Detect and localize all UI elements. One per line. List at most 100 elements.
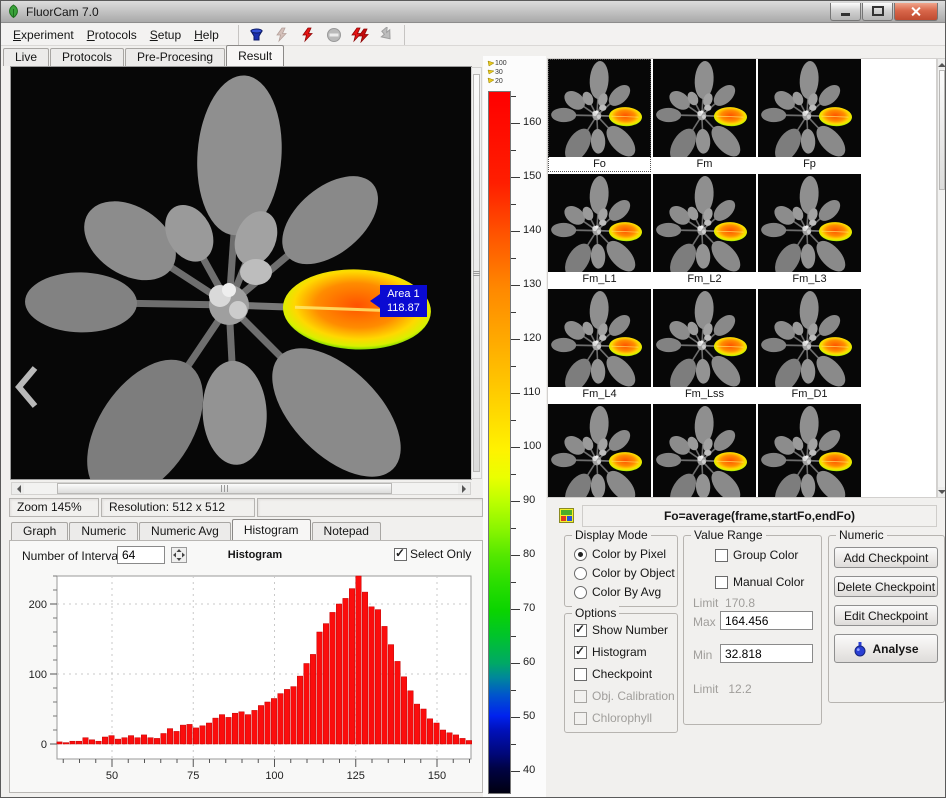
histogram-bar	[323, 624, 328, 744]
menu-setup[interactable]: Setup	[148, 26, 190, 44]
menu-help[interactable]: Help	[192, 26, 228, 44]
thumbnail-fm-l3[interactable]: Fm_L3	[758, 174, 861, 287]
titlebar[interactable]: FluorCam 7.0	[1, 1, 945, 23]
checkbox-icon[interactable]	[715, 549, 728, 562]
radio-icon[interactable]	[574, 548, 587, 561]
colorbar-tick	[511, 636, 516, 637]
scroll-grip-icon	[473, 270, 480, 277]
record-icon[interactable]	[247, 26, 266, 43]
checkbox-icon[interactable]	[574, 624, 587, 637]
radio-icon[interactable]	[574, 586, 587, 599]
radio-icon[interactable]	[574, 567, 587, 580]
checkbox-group-color[interactable]: Group Color	[715, 548, 798, 562]
image-vscroll-thumb[interactable]	[473, 74, 480, 472]
histogram-bar	[122, 738, 127, 744]
radio-color-by-pixel[interactable]: Color by Pixel	[574, 547, 666, 561]
checkbox-icon[interactable]	[574, 646, 587, 659]
colorbar-tick	[511, 501, 520, 502]
thumbnail-fm-l4[interactable]: Fm_L4	[548, 289, 651, 402]
checkbox-chlorophyll: Chlorophyll	[574, 711, 652, 725]
tab-pre-procesing[interactable]: Pre-Procesing	[125, 48, 225, 66]
status-bar: Zoom 145% Resolution: 512 x 512	[9, 498, 483, 517]
min-input[interactable]	[720, 644, 813, 663]
colorbar-tick	[511, 96, 516, 97]
image-hscroll-thumb[interactable]	[57, 483, 392, 494]
frame-formula-icon[interactable]	[559, 508, 574, 523]
window-title: FluorCam 7.0	[26, 5, 99, 19]
thumbnail-partial[interactable]	[653, 404, 756, 498]
histogram-bar	[154, 738, 159, 744]
tab-result[interactable]: Result	[226, 45, 284, 66]
thumbnails-scroll-thumb[interactable]	[939, 70, 945, 190]
tab-graph[interactable]: Graph	[11, 522, 68, 540]
checkbox-checkpoint[interactable]: Checkpoint	[574, 667, 652, 681]
checkbox-icon[interactable]	[574, 668, 587, 681]
scroll-left-button[interactable]	[12, 483, 24, 494]
thumbnail-fm-l1[interactable]: Fm_L1	[548, 174, 651, 287]
colorbar-scale-icon[interactable]: 1003020	[486, 57, 512, 85]
thumbnails-scrollbar[interactable]	[937, 58, 946, 498]
snapshot-icon[interactable]	[273, 26, 292, 43]
maximize-button[interactable]	[862, 3, 893, 21]
close-button[interactable]	[894, 3, 938, 21]
analyse-label: Analyse	[872, 642, 918, 656]
thumbnail-partial[interactable]	[548, 404, 651, 498]
flash-icon[interactable]	[299, 26, 318, 43]
max-input[interactable]	[720, 611, 813, 630]
menu-experiment[interactable]: Experiment	[11, 26, 83, 44]
histogram-title: Histogram	[190, 549, 320, 561]
scroll-up-button[interactable]	[938, 59, 946, 69]
thumbnail-label: Fm_L1	[548, 272, 651, 287]
intervals-input[interactable]	[117, 546, 165, 564]
edit-checkpoint-button[interactable]: Edit Checkpoint	[834, 605, 938, 626]
scroll-down-button[interactable]	[938, 487, 946, 497]
delete-checkpoint-button[interactable]: Delete Checkpoint	[834, 576, 938, 597]
previous-image-chevron-icon[interactable]	[13, 365, 41, 409]
analyse-button[interactable]: Analyse	[834, 634, 938, 663]
tab-notepad[interactable]: Notepad	[312, 522, 381, 540]
checkbox-histogram[interactable]: Histogram	[574, 645, 647, 659]
add-checkpoint-button[interactable]: Add Checkpoint	[834, 547, 938, 568]
tab-protocols[interactable]: Protocols	[50, 48, 124, 66]
histogram-bar	[310, 654, 315, 744]
export-icon[interactable]	[377, 26, 396, 43]
scroll-right-button[interactable]	[458, 483, 470, 494]
thumbnail-fm-lss[interactable]: Fm_Lss	[653, 289, 756, 402]
minimize-button[interactable]	[830, 3, 861, 21]
histogram-bar	[271, 699, 276, 745]
max-label: Max	[693, 615, 716, 629]
radio-color-by-object[interactable]: Color by Object	[574, 566, 675, 580]
thumbnail-fp[interactable]: Fp	[758, 59, 861, 172]
checkbox-manual-color[interactable]: Manual Color	[715, 575, 804, 589]
histogram-panel: Number of Intervals Histogram Select Onl…	[9, 540, 483, 793]
image-vertical-scrollbar[interactable]	[471, 67, 482, 479]
select-only-label: Select Only	[410, 547, 471, 561]
rescale-icon[interactable]	[171, 547, 187, 563]
stop-icon[interactable]	[325, 26, 344, 43]
thumbnail-fm-d1[interactable]: Fm_D1	[758, 289, 861, 402]
thumbnail-partial[interactable]	[758, 404, 861, 498]
tab-numeric[interactable]: Numeric	[69, 522, 138, 540]
histogram-bar	[109, 736, 114, 744]
histogram-bar	[447, 733, 452, 744]
checkbox-show-number[interactable]: Show Number	[574, 623, 668, 637]
tab-histogram[interactable]: Histogram	[232, 519, 311, 540]
menu-protocols[interactable]: Protocols	[85, 26, 146, 44]
histogram-bar	[180, 725, 185, 744]
tab-live[interactable]: Live	[3, 48, 49, 66]
radio-color-by-avg[interactable]: Color By Avg	[574, 585, 661, 599]
select-only-checkbox[interactable]	[394, 548, 407, 561]
histogram-chart-container: 01002005075100125150	[10, 571, 482, 791]
histogram-bar	[466, 741, 471, 745]
analyse-flask-icon	[853, 641, 867, 657]
image-viewport[interactable]: Area 1 118.87	[11, 67, 471, 479]
thumbnail-fo[interactable]: Fo	[548, 59, 651, 172]
multi-flash-icon[interactable]	[351, 26, 370, 43]
thumbnail-fm[interactable]: Fm	[653, 59, 756, 172]
tab-numeric-avg[interactable]: Numeric Avg	[139, 522, 231, 540]
image-horizontal-scrollbar[interactable]	[11, 482, 471, 495]
thumbnail-fm-l2[interactable]: Fm_L2	[653, 174, 756, 287]
options-title: Options	[572, 606, 619, 620]
checkbox-icon[interactable]	[715, 576, 728, 589]
histogram-bar	[63, 743, 68, 744]
